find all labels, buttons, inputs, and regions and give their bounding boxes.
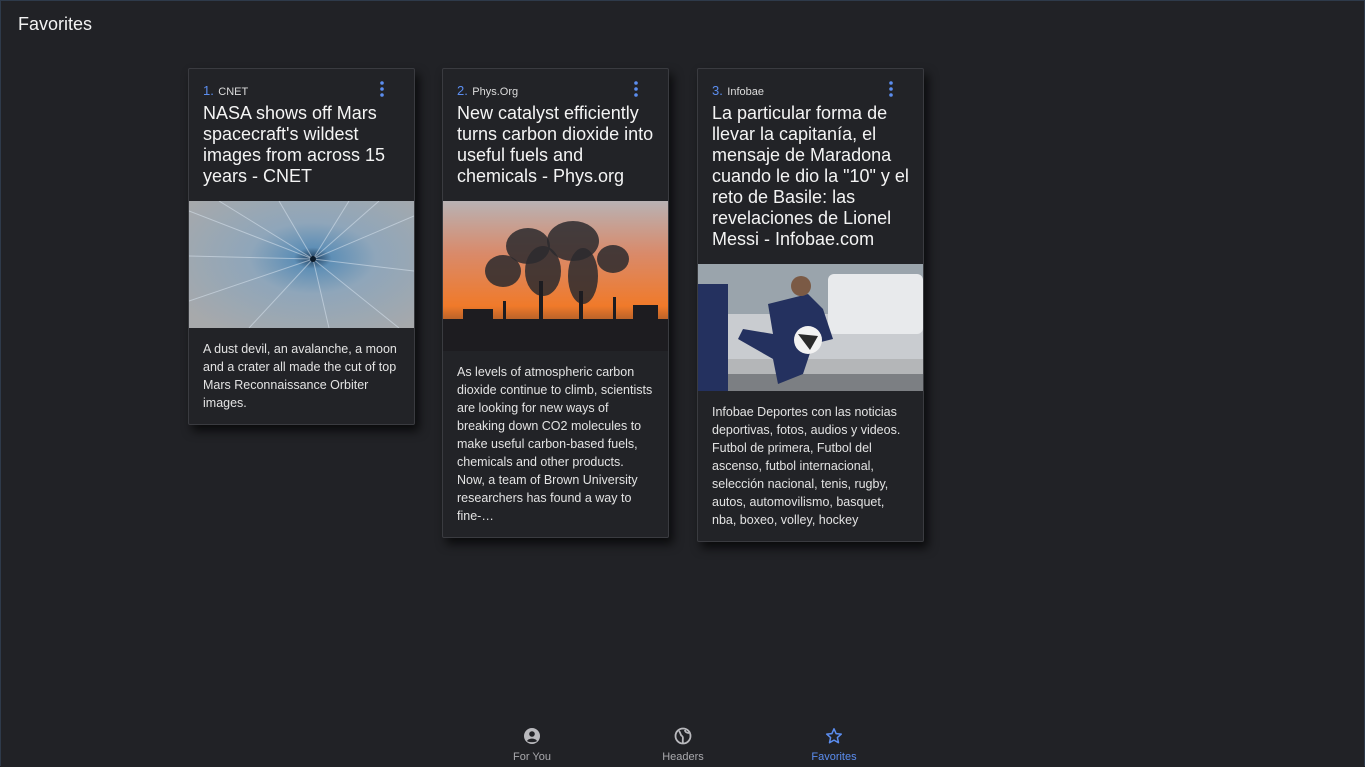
nav-for-you[interactable]: For You	[492, 727, 572, 763]
bottom-navigation: For You Headers Favorites	[0, 722, 1365, 767]
nav-label: For You	[513, 751, 551, 763]
card-source: Phys.Org	[472, 86, 519, 98]
card-rank: 3.	[712, 83, 723, 98]
page-title: Favorites	[18, 14, 93, 34]
nav-favorites[interactable]: Favorites	[794, 727, 874, 763]
source-line: 1. CNET	[203, 83, 400, 99]
nav-headers[interactable]: Headers	[643, 727, 723, 763]
card-source: Infobae	[727, 86, 764, 98]
nav-label: Favorites	[811, 751, 857, 763]
card-description: As levels of atmospheric carbon dioxide …	[457, 365, 653, 523]
source-line: 2. Phys.Org	[457, 83, 654, 99]
smokestacks-image[interactable]	[443, 201, 668, 351]
card-rank: 2.	[457, 83, 468, 98]
card-rank: 1.	[203, 83, 214, 98]
card-description: Infobae Deportes con las noticias deport…	[712, 405, 901, 527]
account-circle-icon	[492, 727, 572, 745]
card-header: 2. Phys.Org New catalyst efficiently tur…	[443, 69, 668, 187]
card-title[interactable]: La particular forma de llevar la capitan…	[712, 103, 909, 250]
card-title[interactable]: New catalyst efficiently turns carbon di…	[457, 103, 654, 187]
more-options-icon[interactable]	[374, 80, 390, 98]
news-card[interactable]: 2. Phys.Org New catalyst efficiently tur…	[442, 68, 669, 538]
more-options-icon[interactable]	[883, 80, 899, 98]
card-description: A dust devil, an avalanche, a moon and a…	[203, 342, 397, 410]
card-header: 3. Infobae La particular forma de llevar…	[698, 69, 923, 250]
news-card[interactable]: 1. CNET NASA shows off Mars spacecraft's…	[188, 68, 415, 425]
globe-icon	[643, 727, 723, 745]
soccer-player-image[interactable]	[698, 264, 923, 391]
card-header: 1. CNET NASA shows off Mars spacecraft's…	[189, 69, 414, 187]
mars-crater-image[interactable]	[189, 201, 414, 328]
more-options-icon[interactable]	[628, 80, 644, 98]
star-outline-icon	[794, 727, 874, 745]
card-title[interactable]: NASA shows off Mars spacecraft's wildest…	[203, 103, 400, 187]
card-source: CNET	[218, 86, 249, 98]
nav-label: Headers	[662, 751, 704, 763]
source-line: 3. Infobae	[712, 83, 909, 99]
news-card[interactable]: 3. Infobae La particular forma de llevar…	[697, 68, 924, 542]
